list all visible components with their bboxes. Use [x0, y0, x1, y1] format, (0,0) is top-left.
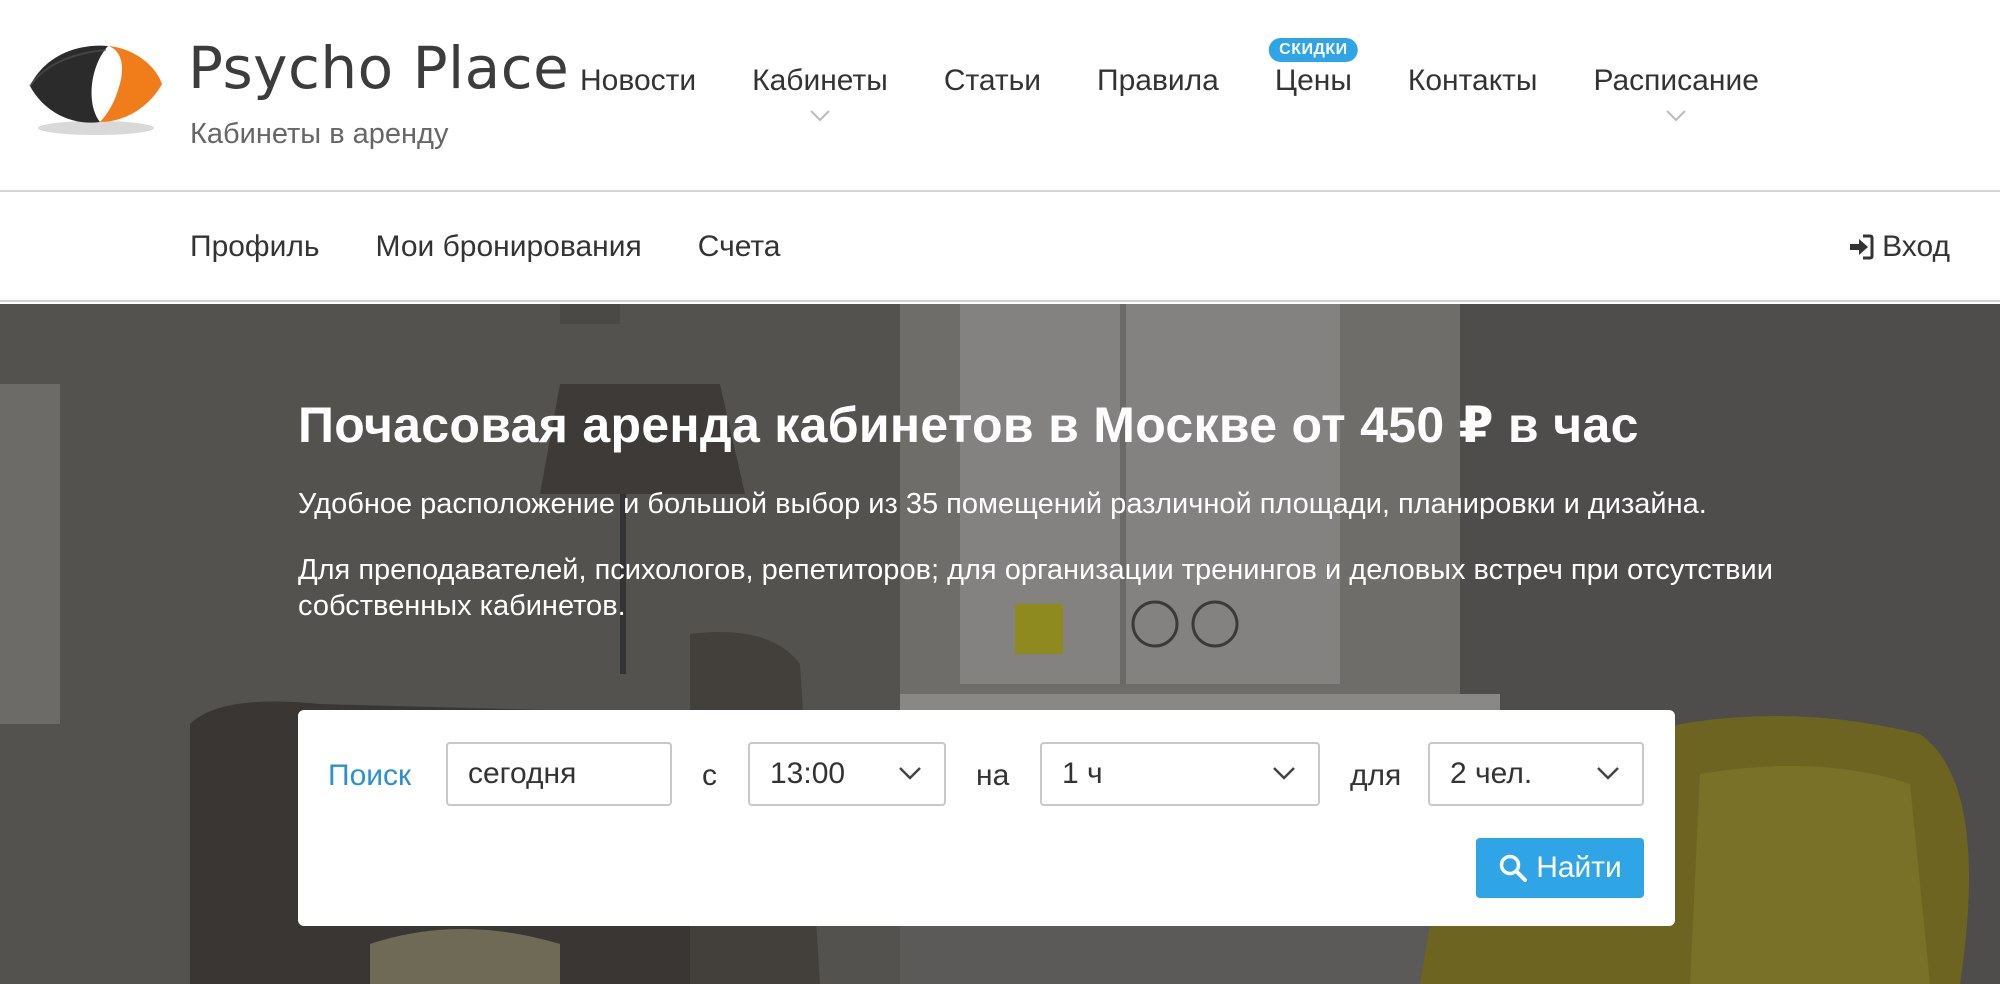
find-button[interactable]: Найти — [1476, 838, 1644, 898]
find-button-label: Найти — [1536, 851, 1622, 884]
time-value: 13:00 — [770, 757, 846, 790]
nav-item-label: Кабинеты — [752, 64, 888, 97]
nav-item-rooms[interactable]: Кабинеты — [752, 58, 888, 122]
chevron-down-icon — [899, 767, 921, 780]
nav-item-schedule[interactable]: Расписание — [1593, 58, 1759, 122]
brand-title[interactable]: Psycho Place — [188, 34, 569, 102]
duration-select[interactable]: 1 ч — [1040, 742, 1320, 806]
nav-item-label: Правила — [1097, 64, 1219, 97]
nav-item-news[interactable]: Новости — [580, 58, 696, 118]
top-header: Psycho Place Кабинеты в аренду Новости К… — [0, 0, 2000, 192]
nav-item-label: Цены — [1274, 64, 1352, 97]
room-search-form: Поиск сегодня с 13:00 на 1 ч для 2 чел. — [298, 710, 1675, 926]
sign-in-icon — [1850, 234, 1874, 260]
nav-item-contacts[interactable]: Контакты — [1408, 58, 1538, 118]
search-label[interactable]: Поиск — [328, 754, 411, 798]
from-label: с — [702, 759, 717, 792]
account-nav: Профиль Мои бронирования Счета Вход — [0, 194, 2000, 302]
hero-description: Удобное расположение и большой выбор из … — [298, 488, 1707, 520]
duration-value: 1 ч — [1062, 757, 1103, 790]
nav-item-label: Контакты — [1407, 64, 1538, 97]
chevron-down-icon — [810, 110, 830, 122]
hero-title: Почасовая аренда кабинетов в Москве от 4… — [298, 397, 1639, 453]
eye-logo-icon — [29, 45, 162, 135]
brand-subtitle: Кабинеты в аренду — [190, 118, 449, 150]
chevron-down-icon — [1597, 767, 1619, 780]
chevron-down-icon — [1666, 110, 1686, 122]
discount-badge: СКИДКИ — [1269, 38, 1358, 62]
nav-item-label: Статьи — [943, 64, 1042, 97]
logo-link[interactable] — [26, 40, 166, 140]
main-nav: Новости Кабинеты Статьи Правила СКИДКИ Ц… — [580, 38, 1759, 122]
login-link[interactable]: Вход — [1848, 224, 1950, 270]
people-label: для — [1350, 759, 1402, 792]
search-icon — [1499, 854, 1528, 882]
hero-section: Почасовая аренда кабинетов в Москве от 4… — [0, 304, 2000, 984]
people-select[interactable]: 2 чел. — [1428, 742, 1644, 806]
account-nav-bookings[interactable]: Мои бронирования — [376, 224, 642, 270]
nav-item-label: Расписание — [1593, 64, 1759, 97]
date-value: сегодня — [468, 757, 577, 790]
time-select[interactable]: 13:00 — [748, 742, 946, 806]
nav-item-rules[interactable]: Правила — [1097, 58, 1219, 118]
account-nav-items: Профиль Мои бронирования Счета — [190, 224, 836, 270]
hero-audience: Для преподавателей, психологов, репетито… — [298, 554, 1773, 622]
account-nav-profile[interactable]: Профиль — [190, 224, 320, 270]
nav-item-prices[interactable]: СКИДКИ Цены — [1269, 38, 1358, 118]
nav-item-label: Новости — [580, 64, 697, 97]
login-label: Вход — [1882, 230, 1950, 263]
chevron-down-icon — [1273, 767, 1295, 780]
account-nav-invoices[interactable]: Счета — [698, 224, 781, 270]
nav-item-articles[interactable]: Статьи — [944, 58, 1041, 118]
people-value: 2 чел. — [1450, 757, 1533, 790]
date-input[interactable]: сегодня — [446, 742, 672, 806]
for-label: на — [976, 759, 1010, 792]
